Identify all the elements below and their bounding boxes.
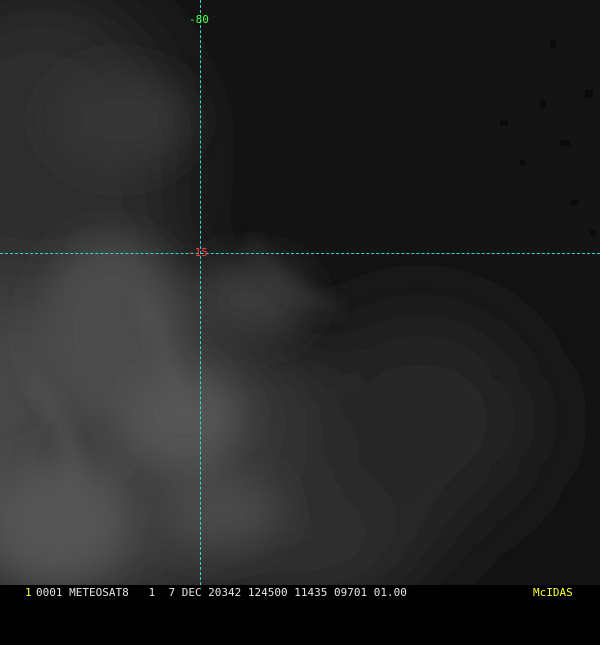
mcidas-brand-label: McIDAS [533, 586, 573, 599]
status-bar: 1 0001 METEOSAT8 1 7 DEC 20342 124500 11… [0, 585, 600, 600]
satellite-imagery [0, 0, 600, 600]
image-info-text: 0001 METEOSAT8 1 7 DEC 20342 124500 1143… [36, 586, 407, 599]
longitude-label: -80 [189, 13, 209, 26]
frame-number: 1 [25, 586, 32, 599]
satellite-image-viewport[interactable]: -80 -15 [0, 0, 600, 600]
latitude-label: -15 [188, 246, 208, 259]
